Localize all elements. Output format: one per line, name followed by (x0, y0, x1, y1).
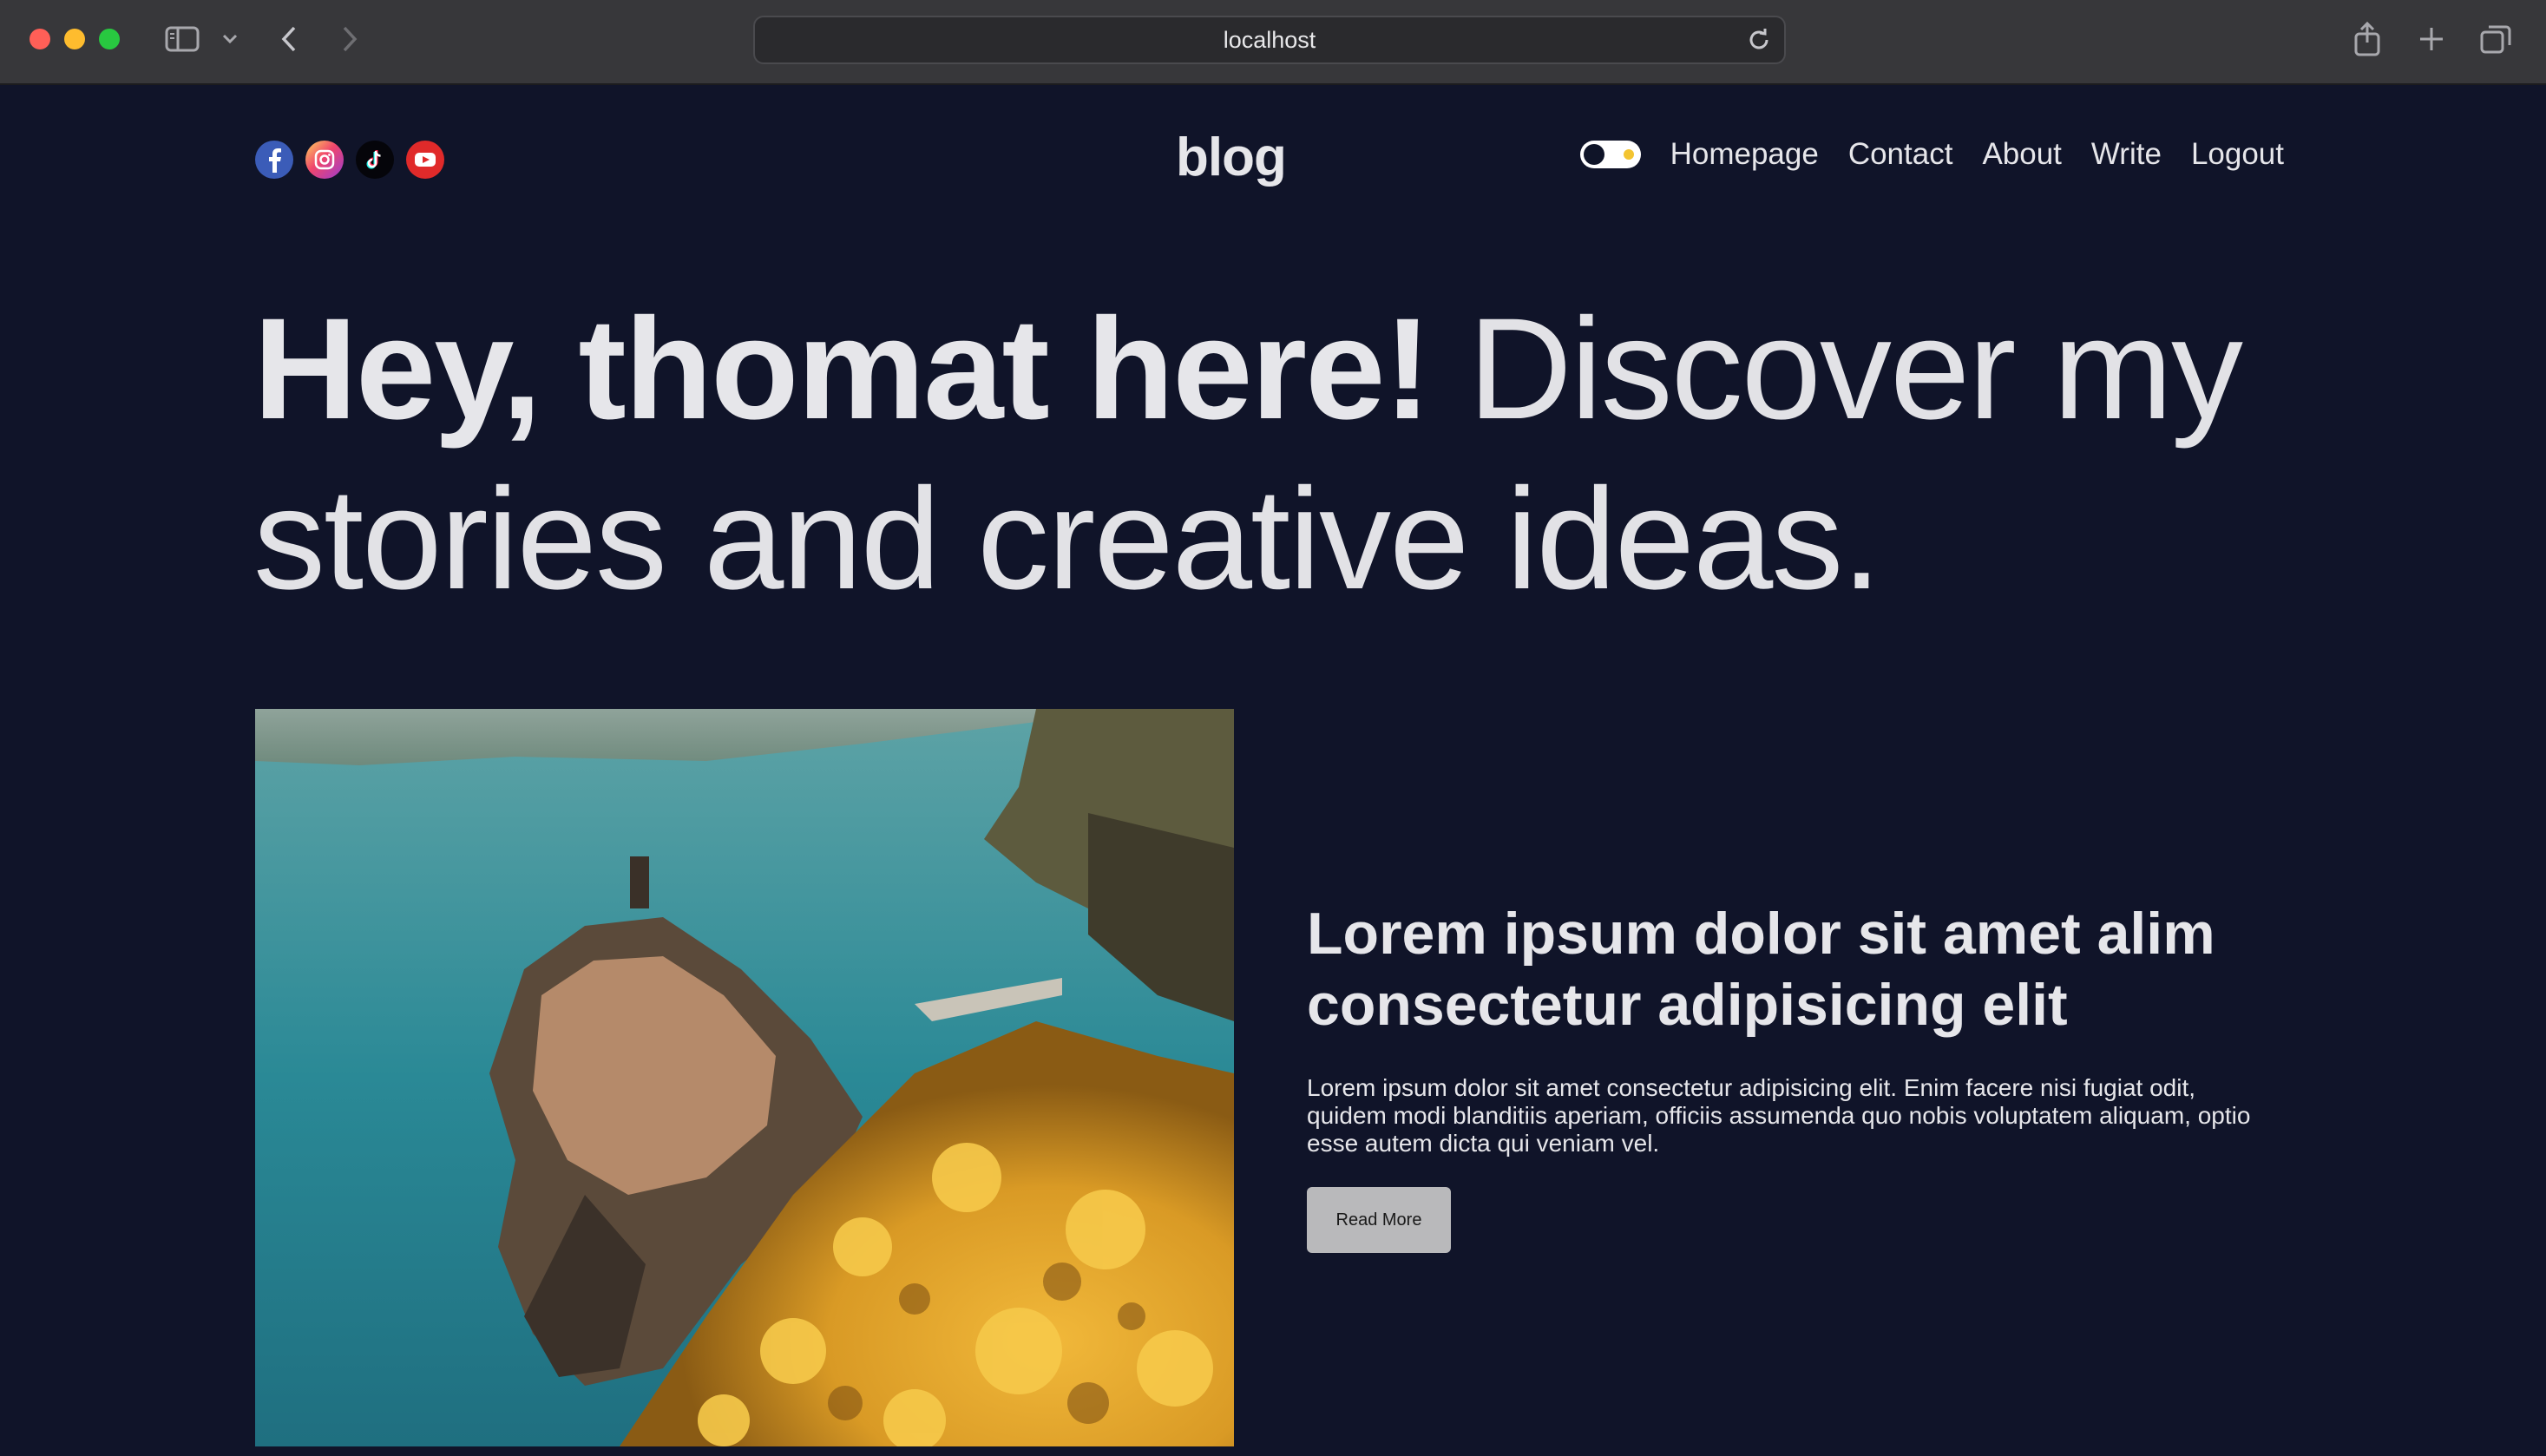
url-text: localhost (1223, 26, 1316, 53)
hero-greeting: Hey, thomat here! (253, 289, 1432, 449)
tiktok-icon[interactable] (356, 141, 394, 179)
instagram-icon[interactable] (305, 141, 344, 179)
back-icon[interactable] (276, 19, 302, 59)
nav-homepage[interactable]: Homepage (1670, 137, 1819, 172)
forward-icon[interactable] (337, 19, 363, 59)
reload-icon[interactable] (1746, 27, 1772, 57)
sidebar-icon[interactable] (161, 19, 203, 59)
coastal-village-photo (255, 709, 1234, 1446)
new-tab-icon[interactable] (2414, 19, 2449, 59)
nav-write[interactable]: Write (2091, 137, 2162, 172)
site-logo[interactable]: blog (1176, 127, 1287, 188)
nav-about[interactable]: About (1982, 137, 2061, 172)
chevron-down-icon[interactable] (217, 19, 243, 59)
sun-icon (1623, 149, 1634, 160)
read-more-button[interactable]: Read More (1307, 1187, 1451, 1253)
theme-toggle[interactable] (1579, 141, 1641, 168)
social-links (255, 141, 444, 179)
featured-post-image[interactable] (255, 709, 1234, 1446)
featured-post-title[interactable]: Lorem ipsum dolor sit amet alim consecte… (1307, 898, 2287, 1040)
browser-toolbar: localhost (0, 0, 2546, 85)
nav-logout[interactable]: Logout (2191, 137, 2284, 172)
hero-heading: Hey, thomat here! Discover my stories an… (253, 285, 2336, 625)
browser-window: localhost blog Homepage Contact About Wr… (0, 0, 2546, 1456)
close-window-button[interactable] (30, 29, 50, 49)
blog-page: blog Homepage Contact About Write Logout… (0, 87, 2546, 1456)
tabs-overview-icon[interactable] (2478, 19, 2513, 59)
share-icon[interactable] (2350, 19, 2385, 59)
zoom-window-button[interactable] (99, 29, 120, 49)
facebook-icon[interactable] (255, 141, 293, 179)
featured-post-description: Lorem ipsum dolor sit amet consectetur a… (1307, 1074, 2251, 1157)
toggle-knob (1583, 144, 1604, 165)
youtube-icon[interactable] (406, 141, 444, 179)
nav-contact[interactable]: Contact (1848, 137, 1953, 172)
minimize-window-button[interactable] (64, 29, 85, 49)
address-bar[interactable]: localhost (753, 16, 1786, 64)
main-nav: Homepage Contact About Write Logout (1579, 137, 2284, 172)
